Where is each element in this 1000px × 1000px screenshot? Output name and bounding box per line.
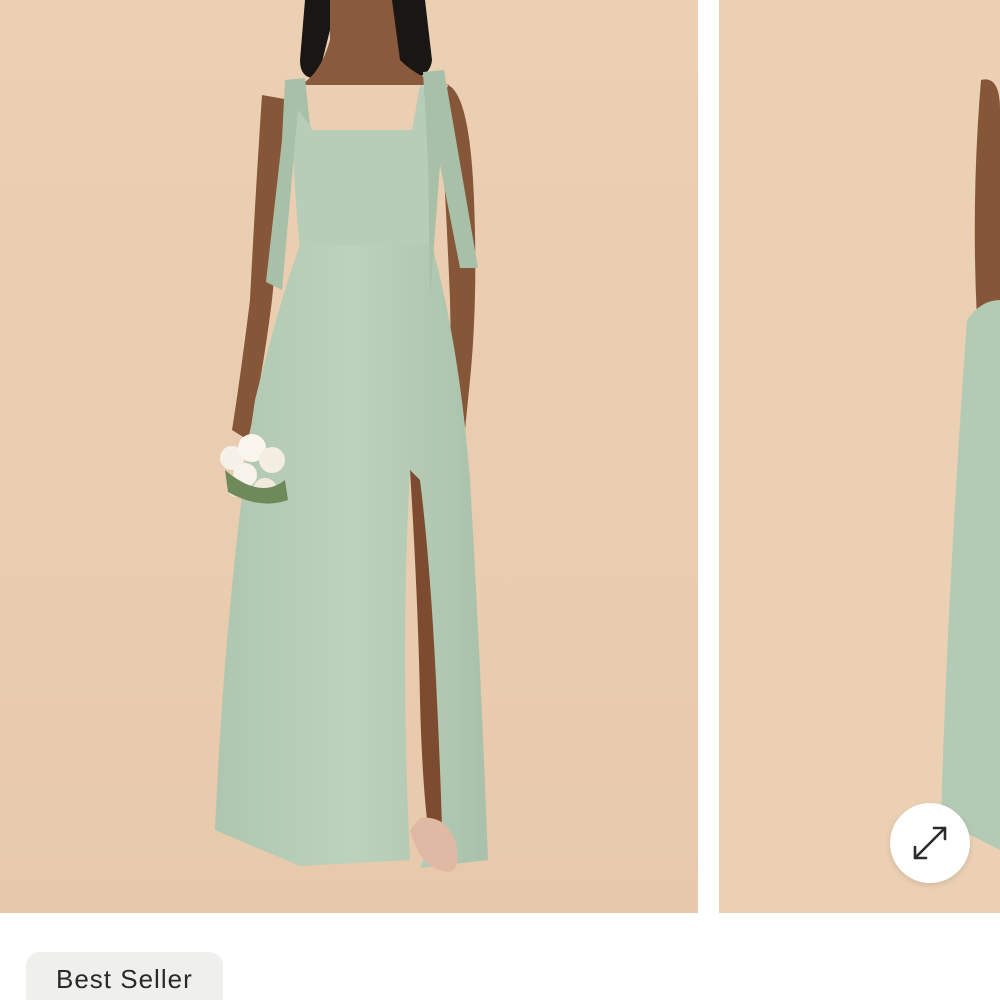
product-photo-side bbox=[719, 0, 1000, 913]
expand-gallery-button[interactable] bbox=[890, 803, 970, 883]
product-photo-front bbox=[0, 0, 698, 913]
product-page: Best Seller bbox=[0, 0, 1000, 1000]
gallery-slide-front[interactable] bbox=[0, 0, 698, 913]
product-image-gallery[interactable] bbox=[0, 0, 1000, 913]
best-seller-badge: Best Seller bbox=[26, 952, 223, 1000]
gallery-slide-side[interactable] bbox=[719, 0, 1000, 913]
expand-arrows-icon bbox=[913, 826, 947, 860]
